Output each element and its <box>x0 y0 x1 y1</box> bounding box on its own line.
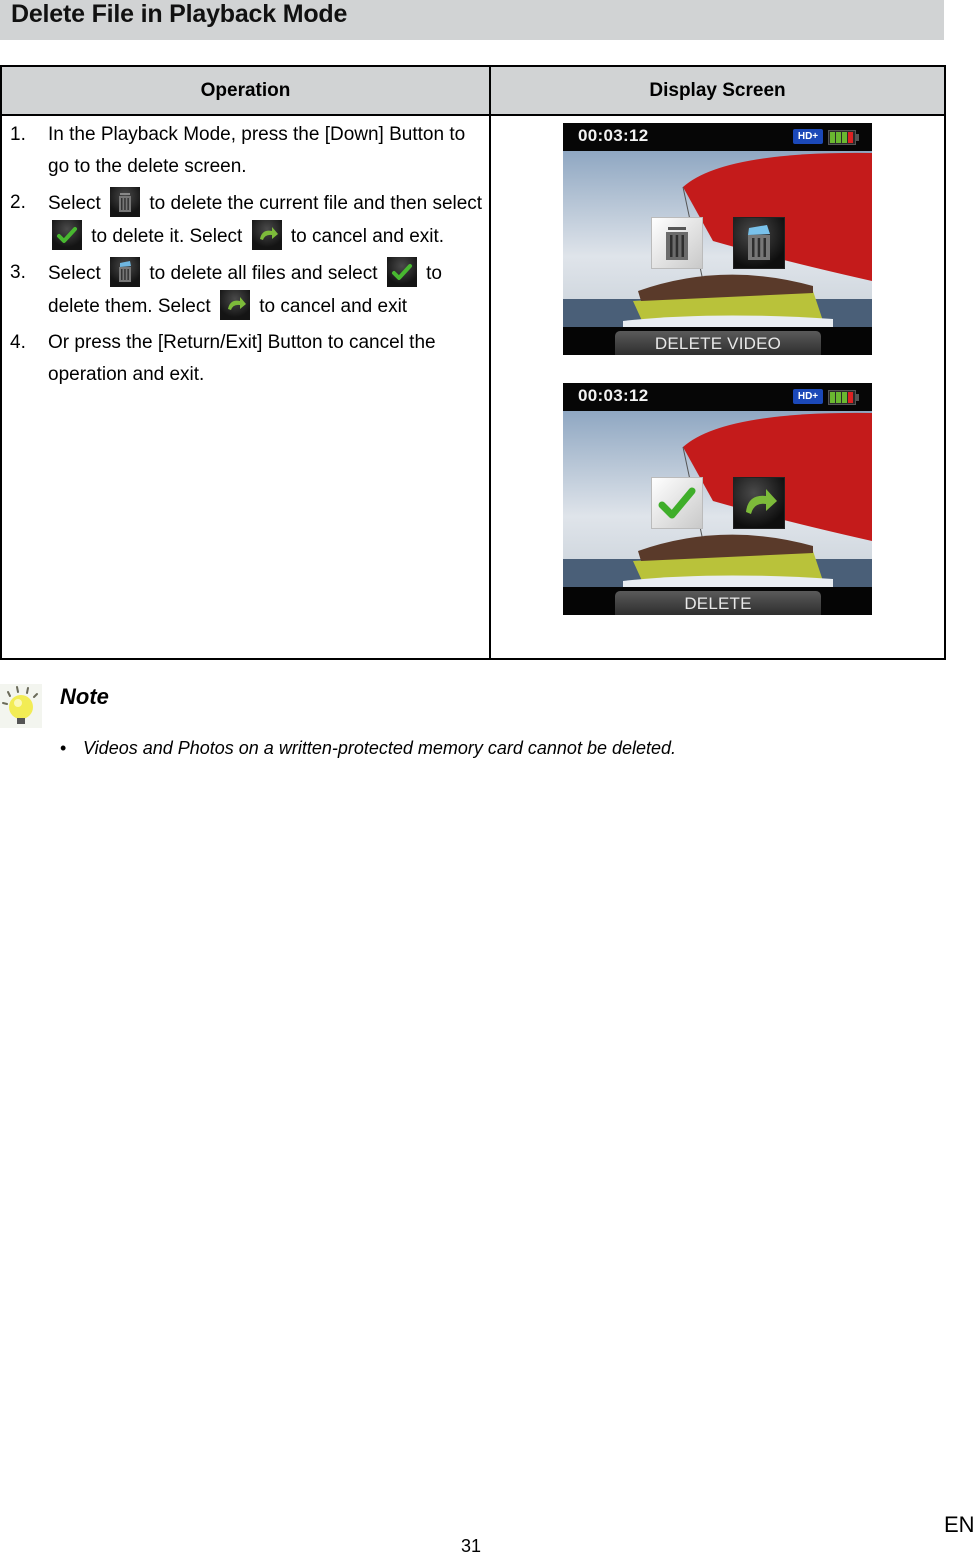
step-item: 2. Select to delete the current file and… <box>2 187 489 253</box>
page-title: Delete File in Playback Mode <box>11 0 348 28</box>
column-header-display-screen: Display Screen <box>489 65 946 116</box>
screen-mode-label: DELETE VIDEO <box>615 331 821 355</box>
screen-label-bar: DELETE VIDEO <box>563 327 872 355</box>
step-number: 4. <box>10 332 26 353</box>
delete-all-icon[interactable] <box>733 217 785 269</box>
step-text: to cancel and exit. <box>290 226 445 247</box>
step-text: to cancel and exit <box>259 296 408 317</box>
operation-cell: 1. In the Playback Mode, press the [Down… <box>0 114 491 660</box>
step-item: 3. Select to delete all files and select… <box>2 257 489 323</box>
confirm-icon[interactable] <box>651 477 703 529</box>
bullet: • <box>60 738 67 758</box>
battery-icon <box>828 390 859 405</box>
steps-list: 1. In the Playback Mode, press the [Down… <box>2 116 489 391</box>
step-text: Select <box>48 263 101 284</box>
step-text: In the Playback Mode, press the [Down] B… <box>48 124 466 177</box>
sailboat-photo <box>563 411 872 587</box>
step-text: Select <box>48 193 101 214</box>
camera-screen-delete-video: 00:03:12 HD+ DELETE VIDEO <box>563 123 872 355</box>
lightbulb-icon <box>0 684 42 728</box>
language-marker: EN <box>944 1512 975 1537</box>
display-screen-cell: 00:03:12 HD+ DELETE VIDEO 00:03:12 HD+ D… <box>489 114 946 660</box>
section-title-band: Delete File in Playback Mode <box>0 0 944 40</box>
step-text: to delete it. Select <box>91 226 243 247</box>
cancel-undo-icon[interactable] <box>733 477 785 529</box>
step-number: 1. <box>10 124 26 145</box>
step-number: 3. <box>10 262 26 283</box>
camera-screen-delete-confirm: 00:03:12 HD+ DELETE <box>563 383 872 615</box>
checkmark-icon <box>386 257 417 287</box>
trash-icon <box>110 187 141 217</box>
trash-all-icon <box>110 257 141 287</box>
step-text: to delete the current file and then sele… <box>149 193 483 214</box>
undo-icon <box>251 220 282 250</box>
recording-time: 00:03:12 <box>578 126 649 145</box>
delete-single-icon[interactable] <box>651 217 703 269</box>
column-header-operation: Operation <box>0 65 491 116</box>
checkmark-icon <box>52 220 82 250</box>
screen-mode-label: DELETE <box>615 591 821 615</box>
note-text: Videos and Photos on a written-protected… <box>83 738 677 758</box>
screen-label-bar: DELETE <box>563 587 872 615</box>
step-text: Or press the [Return/Exit] Button to can… <box>48 332 436 385</box>
battery-icon <box>828 130 859 145</box>
undo-icon <box>219 290 250 320</box>
recording-time: 00:03:12 <box>578 386 649 405</box>
screen-status-bar: 00:03:12 HD+ <box>563 123 872 151</box>
step-text: to delete all files and select <box>149 263 378 284</box>
note-item: • Videos and Photos on a written-protect… <box>60 738 676 759</box>
screen-status-bar: 00:03:12 HD+ <box>563 383 872 411</box>
step-item: 1. In the Playback Mode, press the [Down… <box>2 119 489 183</box>
sailboat-photo <box>563 151 872 327</box>
operation-table: Operation Display Screen 1. In the Playb… <box>0 65 946 660</box>
hd-quality-badge: HD+ <box>793 389 823 404</box>
step-item: 4. Or press the [Return/Exit] Button to … <box>2 327 489 391</box>
hd-quality-badge: HD+ <box>793 129 823 144</box>
note-title: Note <box>60 684 109 709</box>
note-list: • Videos and Photos on a written-protect… <box>60 738 676 759</box>
step-number: 2. <box>10 192 26 213</box>
